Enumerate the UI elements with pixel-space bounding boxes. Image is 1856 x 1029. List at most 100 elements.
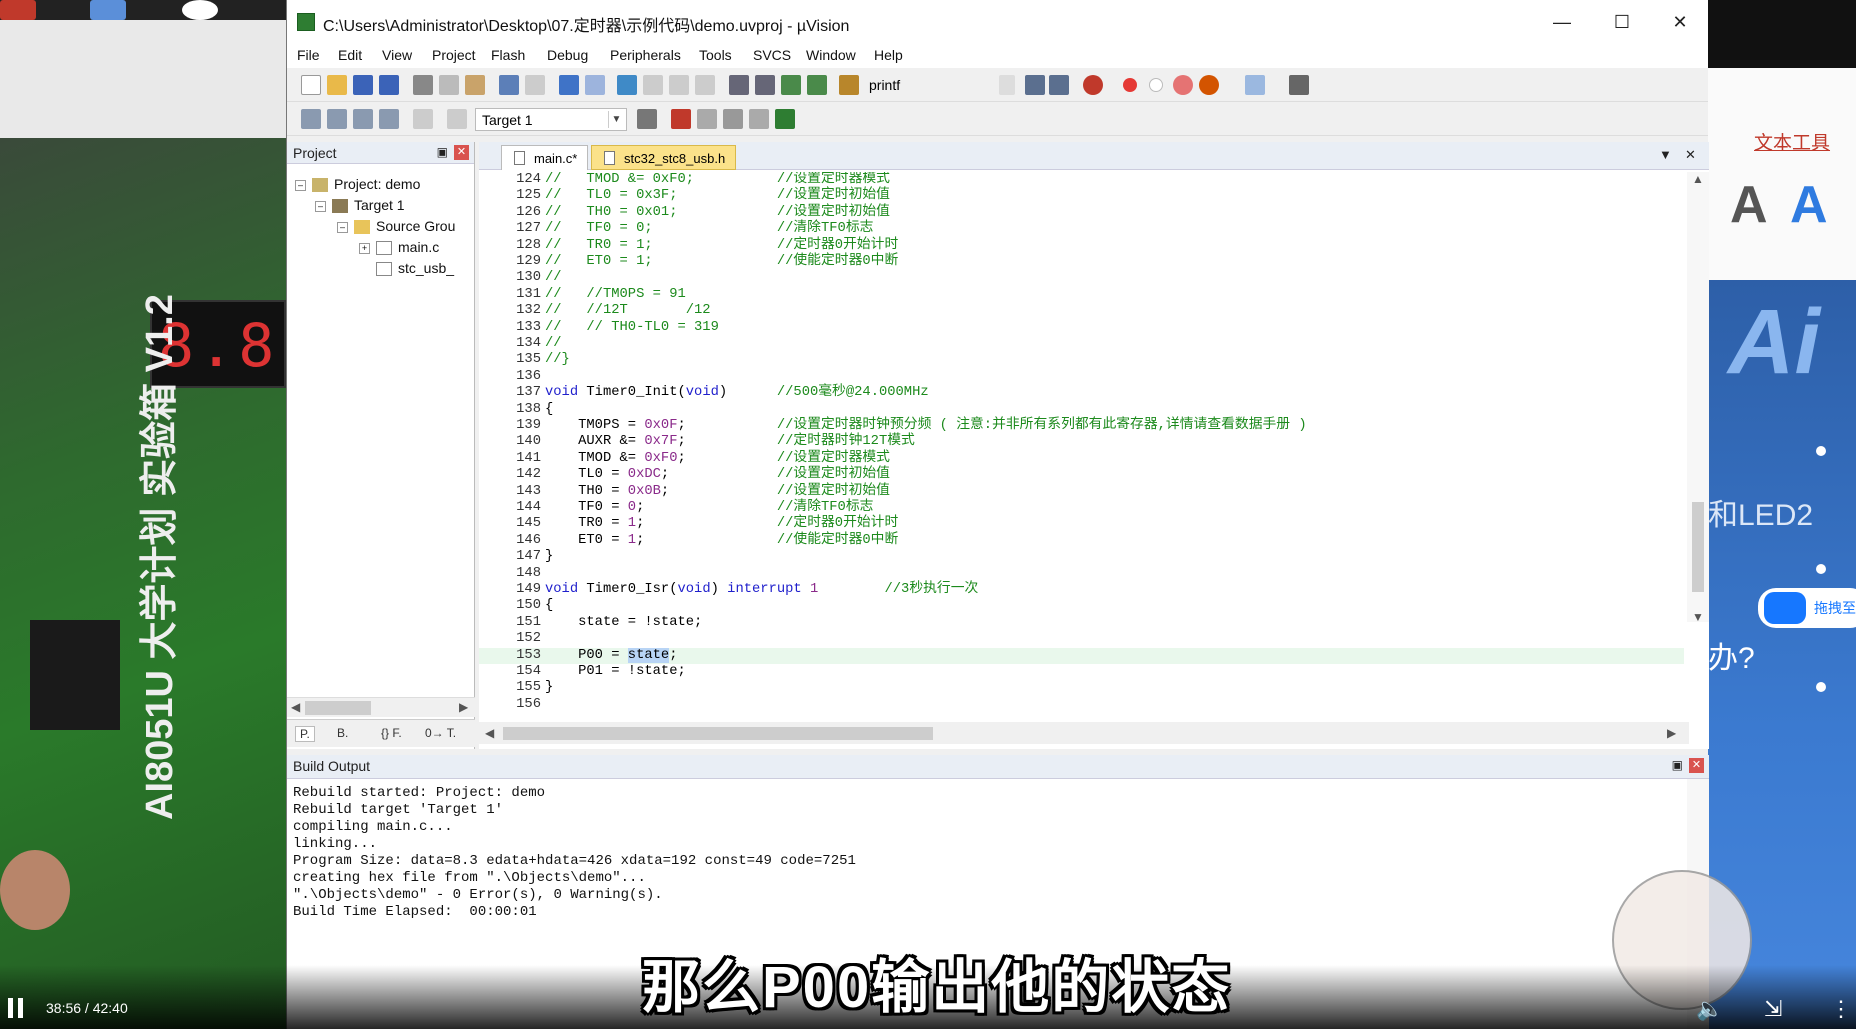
code-line[interactable]: 125// TL0 = 0x3F; //设置定时初始值	[479, 188, 890, 204]
find-in-files-icon[interactable]	[839, 75, 859, 95]
collapse-icon[interactable]: –	[337, 221, 348, 233]
close-button[interactable]: ✕	[1657, 6, 1703, 38]
scroll-left-icon[interactable]: ◀	[485, 726, 494, 740]
exit-fullscreen-icon[interactable]: ⇲	[1764, 996, 1782, 1022]
bookmark-clear-icon[interactable]	[695, 75, 715, 95]
code-line[interactable]: 129 // ET0 = 1; //使能定时器0中断	[479, 254, 898, 270]
editor-hscrollbar[interactable]: ◀ ▶	[479, 722, 1689, 744]
font-a-icon[interactable]: A	[1730, 175, 1768, 235]
code-line[interactable]: 124 // TMOD &= 0xF0; //设置定时器模式	[479, 172, 890, 188]
rebuild-icon[interactable]	[353, 109, 373, 129]
close-editor-icon[interactable]: ✕	[1685, 147, 1696, 163]
paste-icon[interactable]	[465, 75, 485, 95]
menu-file[interactable]: File	[297, 47, 320, 63]
bookmark-next-icon[interactable]	[669, 75, 689, 95]
close-icon[interactable]: ✕	[454, 145, 469, 160]
code-line[interactable]: 142 TL0 = 0xDC; //设置定时初始值	[479, 467, 890, 483]
menu-view[interactable]: View	[382, 47, 412, 63]
collapse-icon[interactable]: –	[315, 200, 326, 212]
incremental-find-icon[interactable]	[1049, 75, 1069, 95]
more-options-icon[interactable]: ⋮	[1830, 996, 1852, 1022]
manage-components-icon[interactable]	[671, 109, 691, 129]
code-line[interactable]: 138{	[479, 402, 553, 418]
code-line[interactable]: 150{	[479, 598, 553, 614]
stop-build-icon[interactable]	[413, 109, 433, 129]
drag-upload-button[interactable]: 拖拽至	[1758, 588, 1856, 628]
menu-peripherals[interactable]: Peripherals	[610, 47, 681, 63]
find-dropdown-icon[interactable]	[999, 75, 1015, 95]
save-all-icon[interactable]	[379, 75, 399, 95]
menu-flash[interactable]: Flash	[491, 47, 525, 63]
scroll-right-icon[interactable]: ▶	[1667, 726, 1676, 740]
code-line[interactable]: 140 AUXR &= 0x7F; //定时器时钟12T模式	[479, 434, 915, 450]
bookmark-icon[interactable]	[617, 75, 637, 95]
menu-debug[interactable]: Debug	[547, 47, 588, 63]
build-icon[interactable]	[327, 109, 347, 129]
expand-icon[interactable]: +	[359, 242, 370, 254]
tree-source-group[interactable]: – Source Grou	[337, 218, 455, 235]
tree-target[interactable]: – Target 1	[315, 197, 405, 214]
project-items-icon[interactable]	[697, 109, 717, 129]
volume-icon[interactable]: 🔈	[1696, 996, 1723, 1022]
code-line[interactable]: 137 void Timer0_Init(void) //500毫秒@24.000…	[479, 385, 929, 401]
uncomment-icon[interactable]	[807, 75, 827, 95]
comment-icon[interactable]	[781, 75, 801, 95]
unindent-icon[interactable]	[755, 75, 775, 95]
select-packs-icon[interactable]	[775, 109, 795, 129]
code-line[interactable]: 134 //	[479, 336, 561, 352]
download-icon[interactable]	[447, 109, 467, 129]
text-tool-label[interactable]: 文本工具	[1754, 128, 1830, 155]
menu-window[interactable]: Window	[806, 47, 856, 63]
configure-icon[interactable]	[1289, 75, 1309, 95]
tree-file-main[interactable]: + main.c	[359, 239, 439, 256]
tab-main-c[interactable]: main.c*	[501, 145, 589, 170]
code-line[interactable]: 141 TMOD &= 0xF0; //设置定时器模式	[479, 451, 890, 467]
tab-books[interactable]: B.	[337, 726, 348, 740]
tab-project[interactable]: P.	[295, 726, 315, 742]
code-line[interactable]: 144 TF0 = 0; //清除TF0标志	[479, 500, 873, 516]
breakpoint-kill-icon[interactable]	[1173, 75, 1193, 95]
pause-button[interactable]	[8, 998, 26, 1018]
new-file-icon[interactable]	[301, 75, 321, 95]
code-area[interactable]: 124// TMOD &= 0xF0; //设置定时器模式 125// TL0 =…	[479, 172, 1689, 722]
code-line[interactable]: 143 TH0 = 0x0B; //设置定时初始值	[479, 484, 890, 500]
code-line[interactable]: 135//}	[479, 352, 570, 368]
code-line[interactable]: 127// TF0 = 0; //清除TF0标志	[479, 221, 873, 237]
tree-file-usb[interactable]: stc_usb_	[376, 260, 454, 277]
tree-project[interactable]: – Project: demo	[295, 176, 420, 193]
find-icon[interactable]	[1025, 75, 1045, 95]
project-hscrollbar[interactable]: ◀ ▶	[287, 697, 475, 717]
scroll-thumb[interactable]	[305, 701, 371, 715]
scroll-up-icon[interactable]: ▲	[1692, 172, 1704, 186]
pin-icon[interactable]: ▣	[1672, 758, 1683, 772]
tab-templates[interactable]: 0→ T.	[425, 726, 456, 740]
collapse-icon[interactable]: –	[295, 179, 306, 191]
code-line[interactable]: 154 P01 = !state;	[479, 664, 686, 680]
debug-start-icon[interactable]	[1083, 75, 1103, 95]
menu-svcs[interactable]: SVCS	[753, 47, 791, 63]
bookmark-prev-icon[interactable]	[643, 75, 663, 95]
code-line[interactable]: 146 ET0 = 1; //使能定时器0中断	[479, 533, 898, 549]
code-line[interactable]: 131// //TM0PS = 91	[479, 287, 686, 303]
save-icon[interactable]	[353, 75, 373, 95]
breakpoint-insert-icon[interactable]	[1123, 78, 1137, 92]
translate-icon[interactable]	[301, 109, 321, 129]
redo-icon[interactable]	[525, 75, 545, 95]
open-folder-icon[interactable]	[327, 75, 347, 95]
menu-edit[interactable]: Edit	[338, 47, 362, 63]
taskbar-app-icon[interactable]	[0, 0, 36, 20]
tab-functions[interactable]: {} F.	[381, 726, 402, 740]
tab-usb-header[interactable]: stc32_stc8_usb.h	[591, 145, 737, 170]
close-icon[interactable]: ✕	[1689, 758, 1704, 773]
code-line[interactable]: 156	[479, 697, 545, 713]
breakpoint-disable-icon[interactable]	[1149, 78, 1163, 92]
scroll-thumb[interactable]	[503, 727, 933, 740]
scroll-right-icon[interactable]: ▶	[459, 700, 468, 714]
scroll-down-icon[interactable]: ▼	[1692, 610, 1704, 624]
minimize-button[interactable]: —	[1539, 6, 1585, 38]
nav-back-icon[interactable]	[559, 75, 579, 95]
cut-icon[interactable]	[413, 75, 433, 95]
menu-tools[interactable]: Tools	[699, 47, 732, 63]
pack-installer-icon[interactable]	[749, 109, 769, 129]
tab-list-icon[interactable]: ▼	[1659, 147, 1672, 162]
